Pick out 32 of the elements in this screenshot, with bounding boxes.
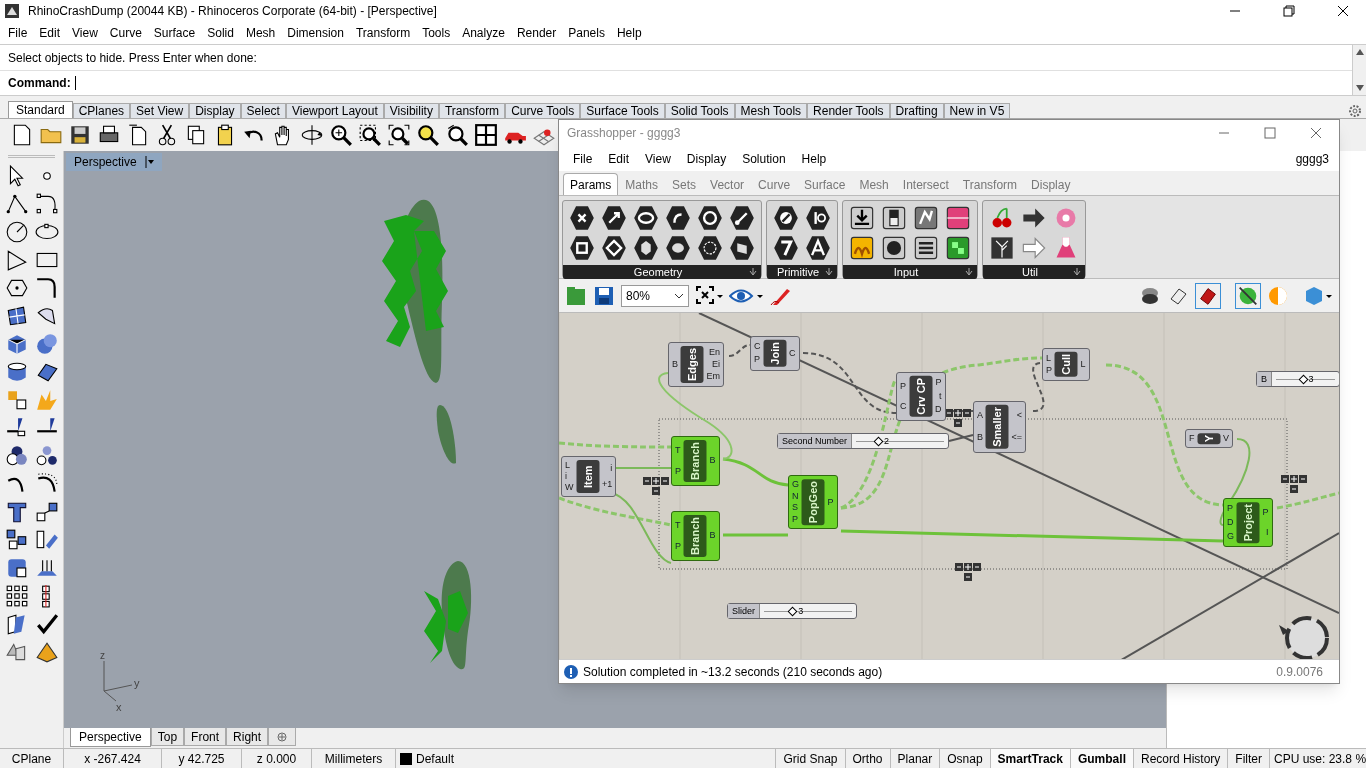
component-title: Cull <box>1055 352 1078 377</box>
component-title: PopGeo <box>802 479 825 526</box>
component-title: Branch <box>684 440 707 482</box>
component-title: Item <box>576 460 599 493</box>
status-message: Solution completed in ~13.2 seconds (210 seconds ago) <box>583 663 883 681</box>
axis-label: z <box>100 650 105 661</box>
component-title: Smaller <box>986 405 1009 449</box>
status-readout: y 42.725 <box>162 749 242 768</box>
version-label: 0.9.0076 <box>1276 663 1324 681</box>
status-readout: CPlane <box>0 749 64 768</box>
command-history: Select objects to hide. Press Enter when done: <box>8 49 257 67</box>
component-title: Join <box>763 340 786 367</box>
status-readout: Millimeters <box>312 749 396 768</box>
slider-value: 3 <box>798 605 804 618</box>
component-title: Y <box>1197 433 1220 445</box>
status-readout: CPU use: 23.8 % <box>1273 750 1366 768</box>
window-title: RhinoCrashDump (20044 KB) - Rhinoceros Corporate (64-bit) - [Perspective] <box>28 3 437 20</box>
slider-label: B <box>1257 372 1272 386</box>
component-title: Edges <box>681 346 704 383</box>
status-readout: x -267.424 <box>64 749 162 768</box>
component-title: Crv CP <box>909 376 932 417</box>
status-readout: z 0.000 <box>242 749 312 768</box>
slider-label: Second Number <box>778 434 853 448</box>
slider-value: 3 <box>1308 373 1314 386</box>
slider-value: 2 <box>884 435 890 448</box>
slider-label: Slider <box>728 604 760 618</box>
axis-label: x <box>116 701 122 713</box>
component-title: Branch <box>684 515 707 557</box>
axis-label: y <box>134 677 140 689</box>
window-title: Grasshopper - gggg3 <box>567 125 681 142</box>
component-title: Project <box>1237 502 1260 544</box>
document-name: gggg3 <box>1295 150 1330 168</box>
